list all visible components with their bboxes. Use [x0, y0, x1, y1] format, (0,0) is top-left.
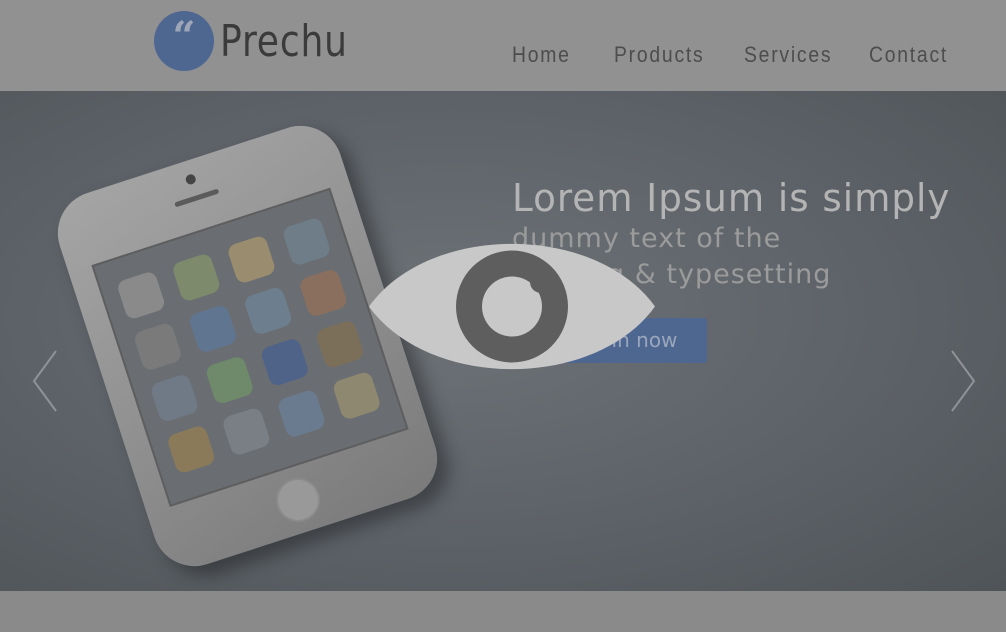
- app-icon: [259, 337, 311, 388]
- logo-icon[interactable]: “: [154, 11, 214, 71]
- nav-services[interactable]: Services: [744, 42, 832, 68]
- app-icon: [166, 424, 217, 475]
- app-grid: [115, 216, 383, 475]
- app-icon: [314, 319, 366, 370]
- app-icon: [187, 303, 239, 355]
- app-icon: [149, 372, 200, 424]
- quote-mark: “: [172, 13, 196, 60]
- brand-name[interactable]: Prechu: [220, 16, 348, 67]
- app-icon: [226, 234, 277, 285]
- hero-title: Lorem Ipsum is simply: [512, 176, 951, 220]
- phone-screen: [91, 187, 409, 507]
- site-header: “ Prechu Home Products Services Contact: [0, 0, 1006, 91]
- app-icon: [242, 285, 294, 337]
- phone-speaker: [174, 188, 220, 208]
- phone-camera: [184, 173, 198, 186]
- nav-home[interactable]: Home: [512, 42, 571, 68]
- eye-icon: [369, 243, 655, 370]
- app-icon: [204, 354, 255, 406]
- app-icon: [298, 267, 349, 319]
- app-icon: [281, 216, 332, 267]
- nav-products[interactable]: Products: [614, 42, 704, 68]
- footer-strip: [0, 591, 1006, 632]
- chevron-right-icon[interactable]: [948, 349, 978, 413]
- chevron-left-icon[interactable]: [30, 349, 60, 413]
- app-icon: [276, 388, 327, 439]
- app-icon: [171, 252, 222, 303]
- app-icon: [115, 270, 167, 321]
- app-icon: [132, 321, 184, 372]
- nav-contact[interactable]: Contact: [869, 42, 948, 68]
- app-icon: [221, 406, 272, 457]
- home-button: [270, 472, 326, 528]
